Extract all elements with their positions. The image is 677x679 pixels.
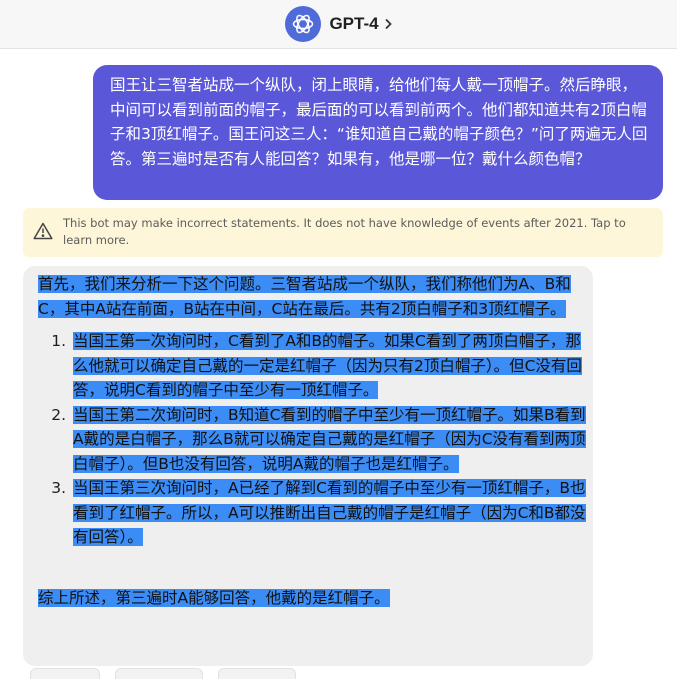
user-message-bubble[interactable]: 国王让三智者站成一个纵队，闭上眼睛，给他们每人戴一顶帽子。然后睁眼，中间可以看到… — [93, 65, 663, 200]
user-message-text: 国王让三智者站成一个纵队，闭上眼睛，给他们每人戴一顶帽子。然后睁眼，中间可以看到… — [110, 76, 648, 168]
bot-title[interactable]: GPT-4 — [329, 14, 378, 34]
list-item: 当国王第三次询问时，A已经了解到C看到的帽子中至少有一顶红帽子，B也看到了红帽子… — [71, 476, 593, 550]
selected-text: 当国王第三次询问时，A已经了解到C看到的帽子中至少有一顶红帽子，B也看到了红帽子… — [73, 479, 586, 546]
openai-logo-icon[interactable] — [285, 6, 322, 42]
answer-intro: 首先，我们来分析一下这个问题。三智者站成一个纵队，我们称他们为A、B和C，其中A… — [38, 272, 593, 321]
answer-summary: 综上所述，第三遍时A能够回答，他戴的是红帽子。 — [38, 586, 593, 611]
disclaimer-banner[interactable]: This bot may make incorrect statements. … — [23, 208, 663, 257]
chevron-right-icon[interactable] — [384, 18, 392, 30]
list-item: 当国王第二次询问时，B知道C看到的帽子中至少有一顶红帽子。如果B看到A戴的是白帽… — [71, 403, 593, 477]
selected-text: 当国王第二次询问时，B知道C看到的帽子中至少有一顶红帽子。如果B看到A戴的是白帽… — [73, 405, 586, 473]
selected-text: 当国王第一次询问时，C看到了A和B的帽子。如果C看到了两顶白帽子，那么他就可以确… — [73, 332, 582, 399]
reasoning-steps-list: 当国王第一次询问时，C看到了A和B的帽子。如果C看到了两顶白帽子，那么他就可以确… — [38, 329, 593, 550]
bot-message-bubble[interactable]: 首先，我们来分析一下这个问题。三智者站成一个纵队，我们称他们为A、B和C，其中A… — [23, 266, 593, 666]
warning-triangle-icon — [33, 222, 53, 244]
selected-text: 综上所述，第三遍时A能够回答，他戴的是红帽子。 — [38, 588, 390, 607]
disclaimer-text: This bot may make incorrect statements. … — [63, 216, 626, 247]
selected-text: 首先，我们来分析一下这个问题。三智者站成一个纵队，我们称他们为A、B和C，其中A… — [38, 275, 571, 318]
list-item: 当国王第一次询问时，C看到了A和B的帽子。如果C看到了两顶白帽子，那么他就可以确… — [71, 329, 593, 403]
chat-header: GPT-4 — [0, 0, 677, 49]
